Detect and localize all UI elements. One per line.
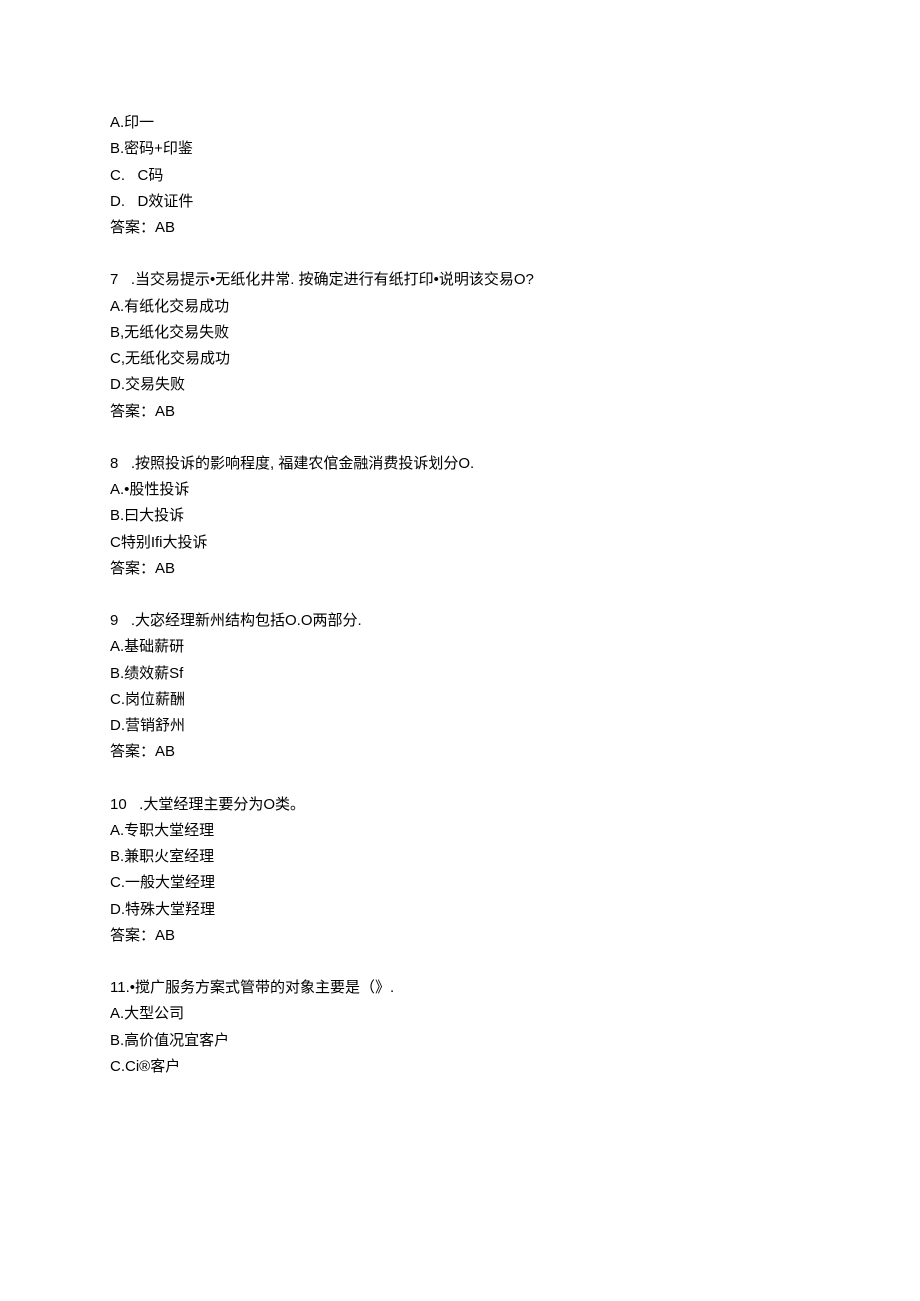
q9-option-a: A.基础薪研 [110, 634, 810, 660]
q6-option-d: D. D效证件 [110, 189, 810, 215]
q8-stem: 8 .按照投诉的影响程度, 福建农倌金融消费投诉划分O. [110, 451, 810, 477]
document-page: A.印一 B.密码+印鉴 C. C码 D. D效证件 答案：AB 7 .当交易提… [0, 0, 920, 1140]
q8-option-b: B.曰大投诉 [110, 503, 810, 529]
q7-option-c: C,无纸化交易成功 [110, 346, 810, 372]
spacer [110, 425, 810, 451]
spacer [110, 766, 810, 792]
q6-answer: 答案：AB [110, 215, 810, 241]
q9-answer: 答案：AB [110, 739, 810, 765]
q6-option-b: B.密码+印鉴 [110, 136, 810, 162]
q7-option-d: D.交易失败 [110, 372, 810, 398]
q10-option-b: B.兼职火室经理 [110, 844, 810, 870]
q10-answer: 答案：AB [110, 923, 810, 949]
q7-option-a: A.有纸化交易成功 [110, 294, 810, 320]
q10-option-c: C.一般大堂经理 [110, 870, 810, 896]
q9-option-d: D.营销舒州 [110, 713, 810, 739]
q8-option-a: A.•股性投诉 [110, 477, 810, 503]
q11-option-a: A.大型公司 [110, 1001, 810, 1027]
q10-stem: 10 .大堂经理主要分为O类。 [110, 792, 810, 818]
q8-option-c: C特别Ifi大投诉 [110, 530, 810, 556]
q7-answer: 答案：AB [110, 399, 810, 425]
spacer [110, 582, 810, 608]
q11-option-c: C.Ci®客户 [110, 1054, 810, 1080]
spacer [110, 949, 810, 975]
q8-answer: 答案：AB [110, 556, 810, 582]
q11-stem: 11.•搅广服务方案式管带的对象主要是（》. [110, 975, 810, 1001]
q9-option-c: C.岗位薪酬 [110, 687, 810, 713]
q7-stem: 7 .当交易提示•无纸化井常. 按确定进行有纸打印•说明该交易O? [110, 267, 810, 293]
q10-option-d: D.特殊大堂羟理 [110, 897, 810, 923]
q9-stem: 9 .大宓经理新州结构包括O.O两部分. [110, 608, 810, 634]
q7-option-b: B,无纸化交易失败 [110, 320, 810, 346]
q6-option-c: C. C码 [110, 163, 810, 189]
q10-option-a: A.专职大堂经理 [110, 818, 810, 844]
q6-option-a: A.印一 [110, 110, 810, 136]
spacer [110, 241, 810, 267]
q9-option-b: B.绩效薪Sf [110, 661, 810, 687]
q11-option-b: B.高价值况宜客户 [110, 1028, 810, 1054]
